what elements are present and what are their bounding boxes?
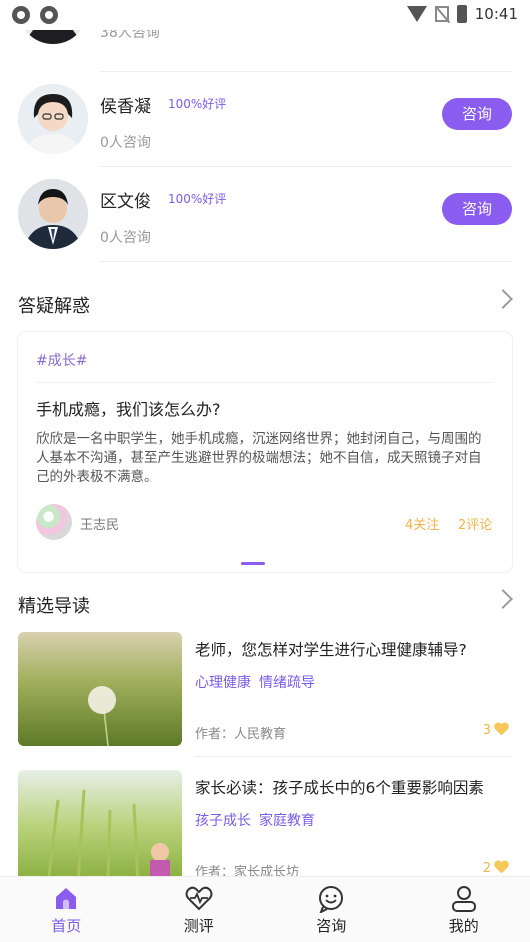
user-name: 王志民 <box>80 518 120 533</box>
counselor-name: 区文俊 <box>100 192 151 212</box>
chevron-right-icon[interactable] <box>493 289 513 309</box>
user-avatar <box>36 504 72 540</box>
heart-icon <box>494 861 508 873</box>
bottom-tab-bar: 首页 测评 咨询 我的 <box>0 876 530 942</box>
tab-label: 咨询 <box>316 917 347 935</box>
tab-home[interactable]: 首页 <box>0 877 133 942</box>
avatar <box>18 84 88 154</box>
article-author: 作者：家长成长坊 <box>195 865 300 876</box>
article-item[interactable]: 家长必读：孩子成长中的6个重要影响因素 孩子成长 家庭教育 作者：家长成长坊 2 <box>18 770 512 876</box>
clock: 10:41 <box>474 5 518 23</box>
no-signal-icon <box>434 6 449 22</box>
status-bar: 10:41 <box>0 0 530 30</box>
question-title[interactable]: 手机成瘾，我们该怎么办? <box>36 396 221 420</box>
article-title[interactable]: 老师，您怎样对学生进行心理健康辅导? <box>195 638 512 660</box>
home-icon <box>53 885 79 915</box>
home-scroll-content[interactable]: 38人咨询 咨询 侯香凝 100%好评 0人咨询 咨询 区文俊 100%好评 0… <box>0 0 530 876</box>
tab-label: 测评 <box>183 917 214 935</box>
like-count[interactable]: 2 <box>483 860 508 876</box>
battery-icon <box>456 5 467 23</box>
heart-icon <box>494 723 508 735</box>
consult-button[interactable]: 咨询 <box>442 98 512 130</box>
tab-assessment[interactable]: 测评 <box>133 877 266 942</box>
article-tag[interactable]: 情绪疏导 <box>259 675 315 691</box>
user-icon <box>451 885 477 917</box>
wifi-icon <box>406 6 427 22</box>
section-title: 精选导读 <box>18 596 90 617</box>
tab-label: 首页 <box>51 917 82 935</box>
chevron-right-icon[interactable] <box>493 589 513 609</box>
article-tag[interactable]: 家庭教育 <box>259 813 315 829</box>
avatar <box>18 179 88 249</box>
tab-mine[interactable]: 我的 <box>398 877 530 942</box>
topic-tag[interactable]: #成长# <box>36 350 87 370</box>
carousel-indicator <box>241 562 265 565</box>
like-number: 3 <box>482 723 491 738</box>
tab-label: 我的 <box>448 917 479 935</box>
notification-icon <box>12 6 30 24</box>
consult-count: 0人咨询 <box>100 135 151 151</box>
divider <box>195 756 512 757</box>
consult-button[interactable]: 咨询 <box>442 193 512 225</box>
reading-section-header[interactable]: 精选导读 <box>18 588 513 618</box>
notification-icon <box>40 6 58 24</box>
counselor-item[interactable]: 侯香凝 100%好评 0人咨询 咨询 <box>18 74 512 169</box>
comment-count[interactable]: 2评论 <box>458 514 492 533</box>
divider <box>100 261 512 262</box>
consult-count: 0人咨询 <box>100 230 151 246</box>
article-tags: 孩子成长 家庭教育 <box>195 810 323 830</box>
chat-icon <box>317 885 345 917</box>
article-title[interactable]: 家长必读：孩子成长中的6个重要影响因素 <box>195 776 512 798</box>
section-title: 答疑解惑 <box>18 296 90 317</box>
like-number: 2 <box>482 861 491 876</box>
article-thumbnail <box>18 770 182 876</box>
divider <box>100 166 512 167</box>
article-author: 作者：人民教育 <box>195 727 287 742</box>
divider <box>36 382 494 383</box>
heart-pulse-icon <box>185 885 213 915</box>
article-tags: 心理健康 情绪疏导 <box>195 672 323 692</box>
follow-count[interactable]: 4关注 <box>405 514 439 533</box>
counselor-name: 侯香凝 <box>100 97 151 117</box>
question-body: 欣欣是一名中职学生，她手机成瘾，沉迷网络世界；她封闭自己，与周围的人基本不沟通，… <box>36 431 482 485</box>
article-item[interactable]: 老师，您怎样对学生进行心理健康辅导? 心理健康 情绪疏导 作者：人民教育 3 <box>18 632 512 748</box>
like-count[interactable]: 3 <box>483 722 508 738</box>
article-thumbnail <box>18 632 182 746</box>
article-tag[interactable]: 心理健康 <box>195 675 251 691</box>
counselor-item[interactable]: 区文俊 100%好评 0人咨询 咨询 <box>18 169 512 264</box>
qa-section-header[interactable]: 答疑解惑 <box>18 288 513 318</box>
qa-card[interactable]: #成长# 手机成瘾，我们该怎么办? 欣欣是一名中职学生，她手机成瘾，沉迷网络世界… <box>18 332 512 572</box>
rating-badge: 100%好评 <box>168 97 227 111</box>
article-tag[interactable]: 孩子成长 <box>195 813 251 829</box>
divider <box>100 71 512 72</box>
tab-consult[interactable]: 咨询 <box>265 877 398 942</box>
rating-badge: 100%好评 <box>168 192 227 206</box>
